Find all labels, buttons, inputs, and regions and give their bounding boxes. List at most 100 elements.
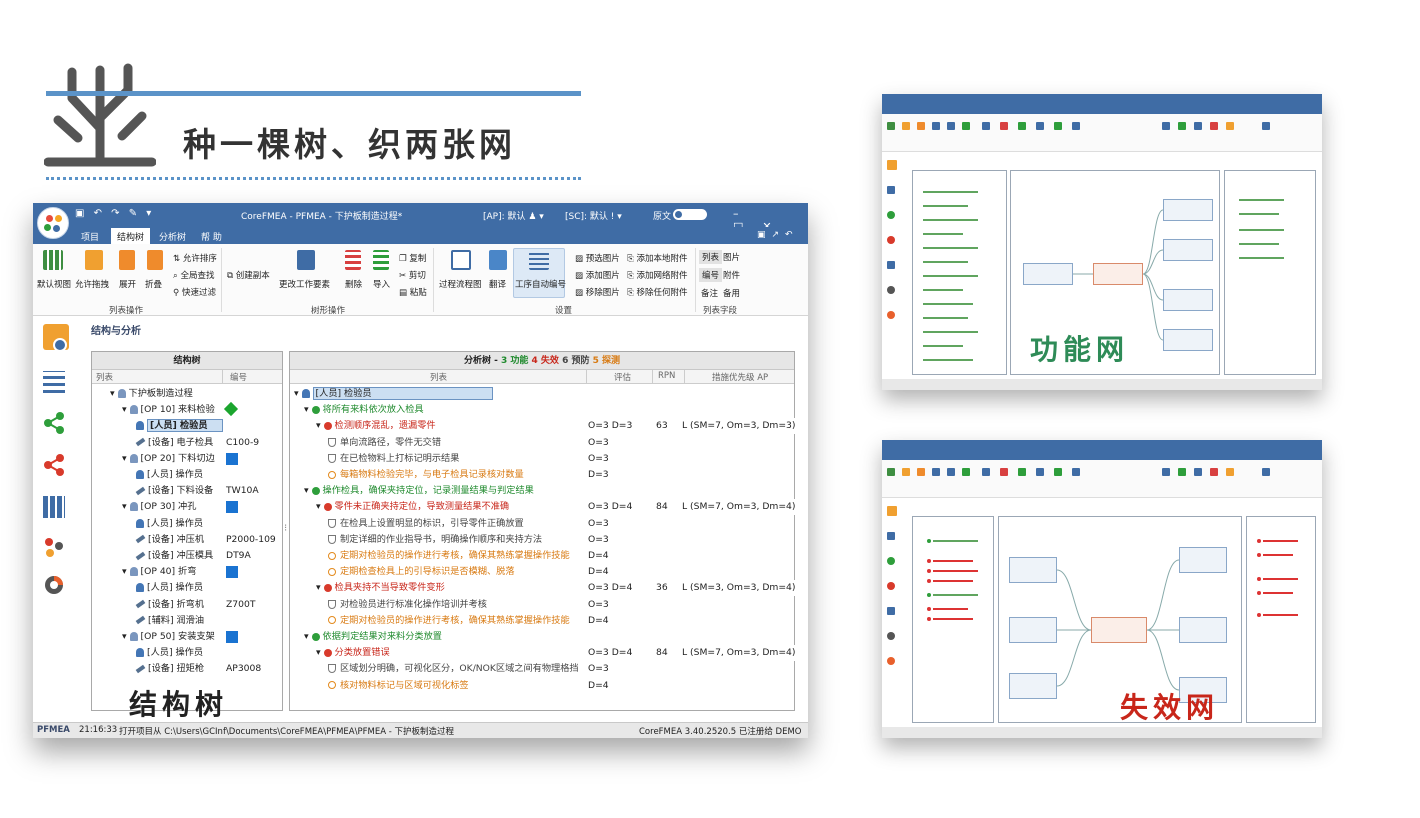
analysis-tree-row[interactable]: ▾ 将所有来料依次放入检具 (290, 402, 794, 418)
analysis-tree-row[interactable]: 每箱物料检验完毕，与电子检具记录核对数量 D=3 (290, 467, 794, 483)
structure-tree-row[interactable]: [设备] 扭矩枪 AP3008 (94, 661, 280, 677)
quick-filter-label: 快速过滤 (181, 288, 216, 298)
structure-tree-row[interactable]: ▾ [OP 40] 折弯 (94, 564, 280, 580)
structure-tree-row[interactable]: ▾ [OP 10] 来料检验 (94, 402, 280, 418)
structure-tree-row[interactable]: ▾ [OP 50] 安装支架 (94, 629, 280, 645)
pie-report-icon[interactable] (43, 574, 65, 596)
field-list-toggle[interactable]: 列表 (699, 250, 723, 264)
change-work-element-button[interactable]: 更改工作要素 (279, 278, 330, 290)
failure-net-icon[interactable] (43, 454, 65, 476)
tab-structure-tree[interactable]: 结构树 (111, 228, 151, 244)
prevention-shield-icon (328, 453, 336, 463)
language-toggle[interactable] (673, 209, 707, 220)
field-number-toggle[interactable]: 编号 (699, 268, 723, 282)
splitter-handle[interactable]: ⁝ (284, 523, 287, 534)
col-divider (586, 370, 587, 384)
field-spare-toggle[interactable]: 备用 (723, 287, 740, 299)
dots-chart-icon[interactable] (43, 536, 65, 558)
structure-tree-row[interactable]: [人员] 操作员 (94, 516, 280, 532)
function-net-icon[interactable] (43, 412, 65, 434)
structure-tree-row[interactable]: ▾ 下护板制造过程 (94, 386, 280, 402)
analysis-tree-row[interactable]: 制定详细的作业指导书，明确操作顺序和夹持方法 O=3 (290, 531, 794, 548)
quick-access-toolbar[interactable]: ▣ ↶ ↷ ✎ ▾ (75, 208, 154, 219)
allow-drag-button[interactable]: 允许拖拽 (75, 278, 109, 290)
paste-button[interactable]: ▤ 粘贴 (399, 286, 427, 298)
add-web-attachment-button[interactable]: ⎘ 添加网络附件 (627, 269, 688, 281)
field-note-toggle[interactable]: 备注 (701, 287, 718, 299)
tab-right-icons[interactable]: ▣↗↶ (757, 230, 799, 240)
analysis-tree-row[interactable]: ▾ [人员] 检验员 (290, 386, 794, 402)
grid-edit-icon[interactable] (43, 496, 65, 518)
remove-image-button[interactable]: ▨ 移除图片 (575, 286, 620, 298)
structure-tree-row[interactable]: [人员] 操作员 (94, 467, 280, 483)
analysis-tree-row[interactable]: 对检验员进行标准化操作培训并考核 O=3 (290, 596, 794, 613)
add-local-attachment-button[interactable]: ⎘ 添加本地附件 (627, 252, 688, 264)
tab-project[interactable]: 项目 (81, 230, 99, 243)
analysis-node-text: 每箱物料检验完毕，与电子检具记录核对数量 (340, 469, 524, 480)
group-list-ops: 列表操作 (109, 306, 144, 316)
allow-sort-button[interactable]: ⇅ 允许排序 (173, 252, 217, 264)
add-image-button[interactable]: ▨ 添加图片 (575, 269, 620, 281)
ap-selector[interactable]: [AP]: 默认 ♟ ▾ (483, 209, 544, 222)
analysis-tree-row[interactable]: 在已检物料上打标记明示结果 O=3 (290, 450, 794, 467)
analysis-tree-row[interactable]: 定期对检验员的操作进行考核，确保其熟练掌握操作技能 D=4 (290, 548, 794, 564)
ribbon-separator (433, 248, 434, 312)
quick-filter-button[interactable]: ⚲ 快速过滤 (173, 286, 216, 298)
analysis-tree-row[interactable]: ▾ 零件未正确夹持定位，导致测量结果不准确 O=3 D=4 84 L (SM=7, O… (290, 499, 799, 516)
detection-search-icon (328, 681, 336, 690)
tab-analysis-tree[interactable]: 分析树 (159, 230, 186, 243)
process-icon (117, 389, 126, 398)
default-view-button[interactable]: 默认视图 (37, 278, 71, 290)
analysis-tree-row[interactable]: ▾ 检测顺序混乱，遗漏零件 O=3 D=3 63 L (SM=7, Om=3, Dm=… (290, 418, 799, 435)
auto-number-button[interactable]: 工序自动编号 (515, 278, 566, 290)
create-copy-button[interactable]: ⧉ 创建副本 (227, 269, 270, 281)
structure-tree-row[interactable]: ▾ [OP 20] 下料切边 (94, 451, 280, 467)
analysis-tree-row[interactable]: ▾ 依据判定结果对来料分类放置 (290, 629, 794, 645)
analysis-tree-row[interactable]: ▾ 检具夹持不当导致零件变形 O=3 D=4 36 L (SM=3, Om=3, Dm… (290, 580, 799, 597)
analysis-tree-row[interactable]: 定期检查检具上的引导标识是否模糊、脱落 D=4 (290, 564, 794, 581)
delete-button[interactable]: 删除 (345, 278, 362, 290)
analysis-tree-row[interactable]: ▾ 操作检具，确保夹持定位，记录测量结果与判定结果 (290, 483, 794, 499)
structure-tree-row[interactable]: [设备] 冲压机 P2000-109 (94, 532, 280, 548)
preselect-image-button[interactable]: ▨ 预选图片 (575, 252, 620, 264)
structure-tree-row[interactable]: [人员] 操作员 (94, 580, 280, 596)
process-flowchart-button[interactable]: 过程流程图 (439, 278, 482, 290)
analysis-tree-row[interactable]: 区域划分明确，可视化区分，OK/NOK区域之间有物理格挡 O=3 (290, 661, 794, 678)
structure-tree-row[interactable]: [辅料] 润滑油 (94, 613, 280, 629)
field-image-toggle[interactable]: 图片 (723, 251, 740, 263)
expand-button[interactable]: 展开 (119, 278, 136, 290)
structure-node-label: [人员] 检验员 (136, 418, 223, 434)
structure-node-label: [设备] 冲压机 (135, 532, 204, 548)
structure-tree-header: 列表 编号 (92, 370, 282, 384)
analysis-tree-row[interactable]: 定期对检验员的操作进行考核，确保其熟练掌握操作技能 D=4 (290, 612, 794, 629)
structure-node-text: [设备] 电子检具 (148, 436, 214, 448)
copy-button[interactable]: ❐ 复制 (399, 252, 426, 264)
structure-tree-row[interactable]: [人员] 检验员 (94, 418, 280, 434)
analysis-tree-row[interactable]: ▾ 分类放置错误 O=3 D=4 84 L (SM=7, Om=3, Dm=4) (290, 645, 799, 662)
global-search-button[interactable]: ⌕ 全局查找 (173, 269, 214, 281)
ap-label: [AP]: 默认 (483, 212, 526, 222)
analysis-tree-row[interactable]: 在检具上设置明显的标识，引导零件正确放置 O=3 (290, 515, 794, 532)
sc-label: [SC]: 默认 (565, 212, 608, 222)
tab-help[interactable]: 帮 助 (201, 230, 222, 243)
analysis-node-label: 区域划分明确，可视化区分，OK/NOK区域之间有物理格挡 (328, 661, 579, 677)
collapse-button[interactable]: 折叠 (145, 278, 162, 290)
analysis-tree-row[interactable]: 单向流路径，零件无交错 O=3 (290, 434, 794, 451)
cut-button[interactable]: ✂ 剪切 (399, 269, 426, 281)
import-button[interactable]: 导入 (373, 278, 390, 290)
sc-selector[interactable]: [SC]: 默认 ! ▾ (565, 209, 622, 222)
remove-attachment-button[interactable]: ⎘ 移除任何附件 (627, 286, 688, 298)
structure-tree-row[interactable]: [设备] 电子检具 C100-9 (94, 435, 280, 451)
analysis-tree-row[interactable]: 核对物料标记与区域可视化标签 D=4 (290, 677, 794, 694)
structure-node-label: ▾ [OP 10] 来料检验 (122, 404, 215, 416)
structure-tree-row[interactable]: [人员] 操作员 (94, 645, 280, 661)
structure-tree-row[interactable]: [设备] 下料设备 TW10A (94, 483, 280, 499)
structure-tree-row[interactable]: ▾ [OP 30] 冲孔 (94, 499, 280, 515)
analysis-node-text: 在已检物料上打标记明示结果 (340, 452, 460, 464)
translate-button[interactable]: 翻译 (489, 278, 506, 290)
field-attachment-toggle[interactable]: 附件 (723, 269, 740, 281)
tree-list-icon[interactable] (43, 371, 65, 393)
structure-tree-row[interactable]: [设备] 折弯机 Z700T (94, 597, 280, 613)
structure-tree-row[interactable]: [设备] 冲压模具 DT9A (94, 548, 280, 564)
app-logo-icon[interactable] (37, 207, 69, 239)
